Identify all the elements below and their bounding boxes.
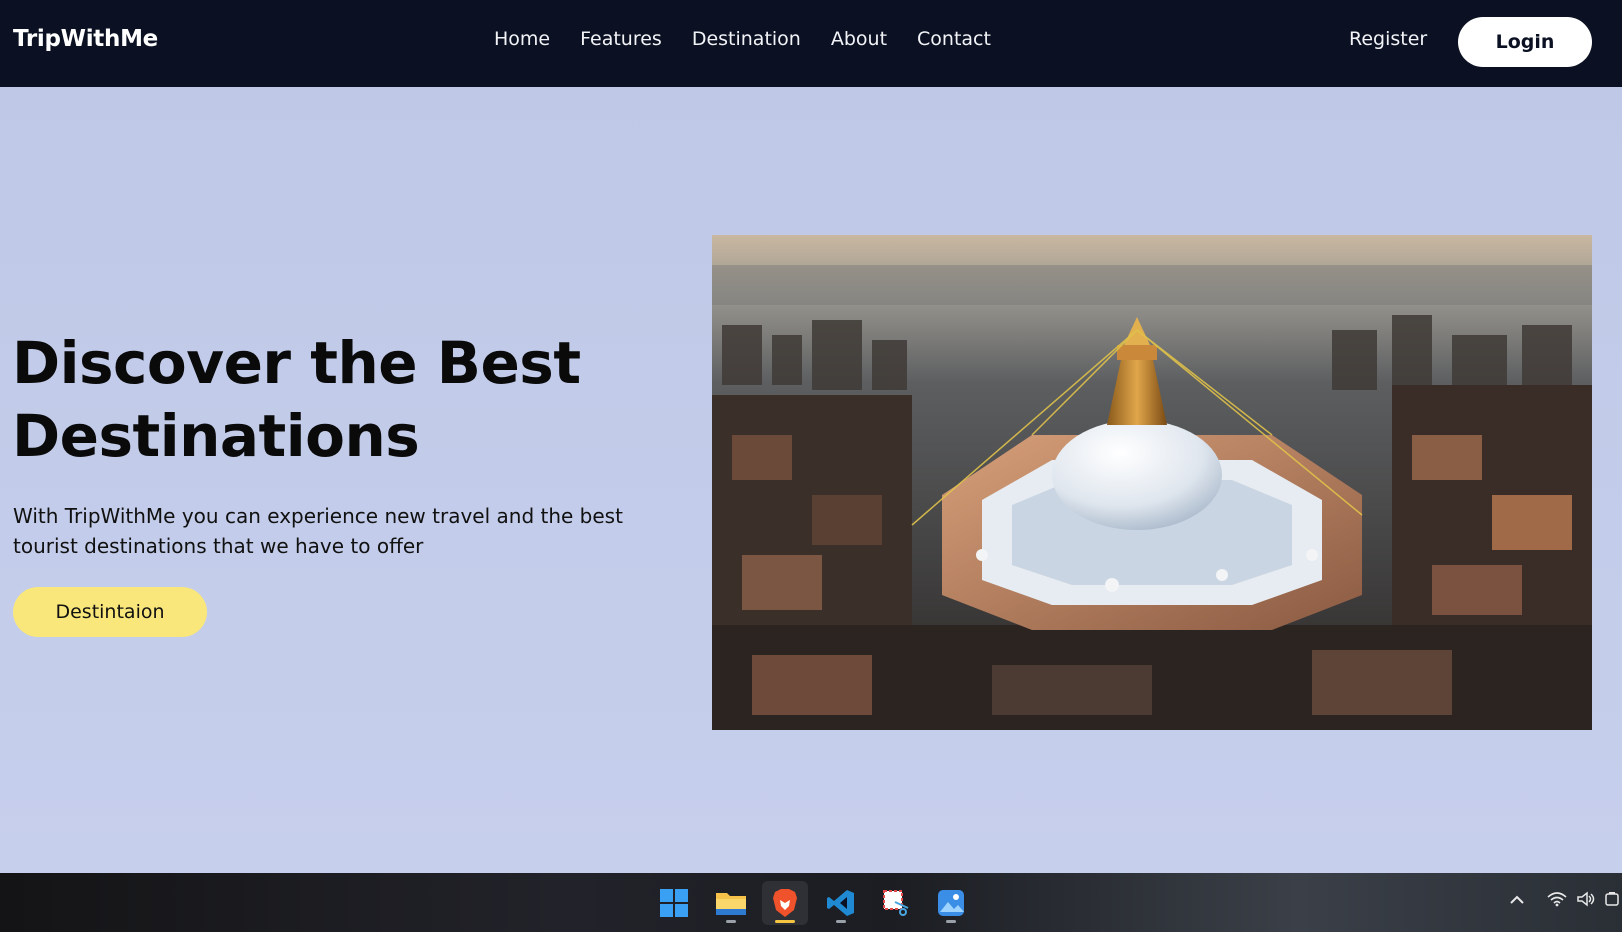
file-explorer-indicator: [726, 920, 736, 923]
snipping-tool-icon: [883, 890, 909, 916]
nav-link-destination[interactable]: Destination: [692, 28, 801, 50]
chevron-up-icon: [1510, 895, 1524, 904]
nav-links: Home Features Destination About Contact: [494, 28, 991, 50]
hero-stupa-photo: [712, 235, 1592, 730]
nav-link-features[interactable]: Features: [580, 28, 662, 50]
destination-cta-button[interactable]: Destintaion: [13, 587, 207, 637]
wifi-icon: [1547, 892, 1567, 907]
top-navbar: TripWithMe Home Features Destination Abo…: [0, 0, 1622, 87]
hero-subtitle: With TripWithMe you can experience new t…: [13, 504, 623, 558]
windows-start-icon: [660, 889, 688, 917]
nav-link-home[interactable]: Home: [494, 28, 550, 50]
battery-status[interactable]: [1604, 891, 1620, 911]
brand-logo[interactable]: TripWithMe: [13, 26, 158, 52]
battery-icon: [1605, 892, 1619, 906]
login-button[interactable]: Login: [1458, 17, 1592, 67]
hero-section: Discover the Best Destinations With Trip…: [0, 87, 1622, 873]
vscode-icon: [827, 890, 854, 916]
photos-button[interactable]: [928, 881, 974, 925]
nav-link-contact[interactable]: Contact: [917, 28, 991, 50]
windows-start-button[interactable]: [651, 881, 697, 925]
vscode-indicator: [836, 920, 846, 923]
hero-title-line-2: Destinations: [12, 402, 420, 470]
hero-title-line-1: Discover the Best: [12, 329, 581, 397]
file-explorer-icon: [716, 893, 746, 915]
hero-title: Discover the Best Destinations: [12, 327, 652, 473]
tray-overflow-button[interactable]: [1509, 891, 1525, 910]
vscode-button[interactable]: [818, 881, 864, 925]
snipping-tool-button[interactable]: [873, 881, 919, 925]
photos-icon: [938, 890, 964, 916]
volume-status[interactable]: [1576, 891, 1596, 911]
windows-taskbar: [0, 873, 1622, 932]
nav-link-about[interactable]: About: [831, 28, 887, 50]
volume-icon: [1577, 891, 1595, 907]
stupa-city-illustration: [712, 235, 1592, 730]
photos-indicator: [946, 920, 956, 923]
brave-browser-button[interactable]: [762, 881, 808, 925]
brave-browser-icon: [773, 889, 797, 917]
file-explorer-button[interactable]: [708, 881, 754, 925]
brave-browser-indicator: [775, 920, 795, 923]
wifi-status[interactable]: [1547, 891, 1567, 911]
register-link[interactable]: Register: [1349, 28, 1427, 50]
